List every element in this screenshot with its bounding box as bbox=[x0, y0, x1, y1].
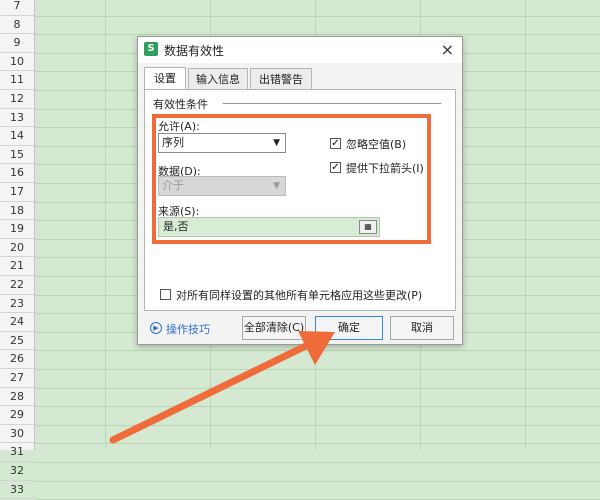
play-circle-icon[interactable]: ▶ bbox=[150, 322, 162, 334]
row-number[interactable]: 19 bbox=[0, 220, 34, 239]
row-number[interactable]: 26 bbox=[0, 350, 34, 369]
row-number[interactable]: 31 bbox=[0, 443, 34, 462]
tips-link[interactable]: 操作技巧 bbox=[166, 321, 210, 337]
grid-column-line bbox=[105, 0, 106, 450]
clear-all-button[interactable]: 全部清除(C) bbox=[242, 316, 306, 340]
dialog-titlebar: S 数据有效性 × bbox=[138, 37, 462, 63]
section-title: 有效性条件 bbox=[153, 96, 212, 112]
row-number[interactable]: 20 bbox=[0, 239, 34, 258]
row-number[interactable]: 23 bbox=[0, 295, 34, 314]
row-number[interactable]: 8 bbox=[0, 16, 34, 35]
row-number[interactable]: 29 bbox=[0, 406, 34, 425]
row-number[interactable]: 25 bbox=[0, 332, 34, 351]
row-number[interactable]: 27 bbox=[0, 369, 34, 388]
apply-all-checkbox[interactable] bbox=[160, 289, 171, 300]
grid-row-line bbox=[35, 369, 600, 370]
tab-error-alert[interactable]: 出错警告 bbox=[250, 68, 312, 89]
row-number[interactable]: 24 bbox=[0, 313, 34, 332]
close-icon[interactable]: × bbox=[441, 40, 454, 59]
apply-all-label: 对所有同样设置的其他所有单元格应用这些更改(P) bbox=[176, 289, 423, 302]
ok-button[interactable]: 确定 bbox=[315, 316, 383, 340]
grid-column-line bbox=[525, 0, 526, 450]
grid-row-line bbox=[35, 424, 600, 426]
section-divider bbox=[223, 103, 441, 104]
row-number[interactable]: 13 bbox=[0, 109, 34, 128]
grid-row-line bbox=[35, 480, 600, 482]
row-number[interactable]: 33 bbox=[0, 481, 34, 500]
row-number[interactable]: 22 bbox=[0, 276, 34, 295]
row-number[interactable]: 11 bbox=[0, 71, 34, 90]
grid-row-line bbox=[35, 406, 600, 408]
row-number[interactable]: 17 bbox=[0, 183, 34, 202]
dialog-title: 数据有效性 bbox=[164, 44, 225, 58]
tab-input-message[interactable]: 输入信息 bbox=[188, 68, 248, 89]
grid-row-line bbox=[35, 15, 600, 17]
row-number[interactable]: 21 bbox=[0, 257, 34, 276]
row-number[interactable]: 32 bbox=[0, 462, 34, 481]
row-number[interactable]: 15 bbox=[0, 146, 34, 165]
row-number[interactable]: 16 bbox=[0, 164, 34, 183]
wps-sheet-icon: S bbox=[144, 42, 158, 56]
cancel-button[interactable]: 取消 bbox=[390, 316, 454, 340]
row-number[interactable]: 9 bbox=[0, 34, 34, 53]
grid-row-line bbox=[35, 350, 600, 352]
row-number[interactable]: 14 bbox=[0, 127, 34, 146]
grid-row-line bbox=[35, 387, 600, 389]
row-number[interactable]: 10 bbox=[0, 53, 34, 72]
row-header: 7 8 9 10 11 12 13 14 15 16 17 18 19 20 21 22 23 24 25 26 27 2… bbox=[0, 0, 35, 500]
tab-settings[interactable]: 设置 bbox=[144, 67, 186, 90]
row-number[interactable]: 12 bbox=[0, 90, 34, 109]
highlight-box bbox=[152, 114, 431, 244]
row-number[interactable]: 7 bbox=[0, 0, 34, 16]
grid-row-line bbox=[35, 443, 600, 445]
row-number[interactable]: 18 bbox=[0, 202, 34, 221]
row-number[interactable]: 30 bbox=[0, 425, 34, 444]
grid-row-line bbox=[35, 462, 600, 463]
row-number[interactable]: 28 bbox=[0, 388, 34, 407]
